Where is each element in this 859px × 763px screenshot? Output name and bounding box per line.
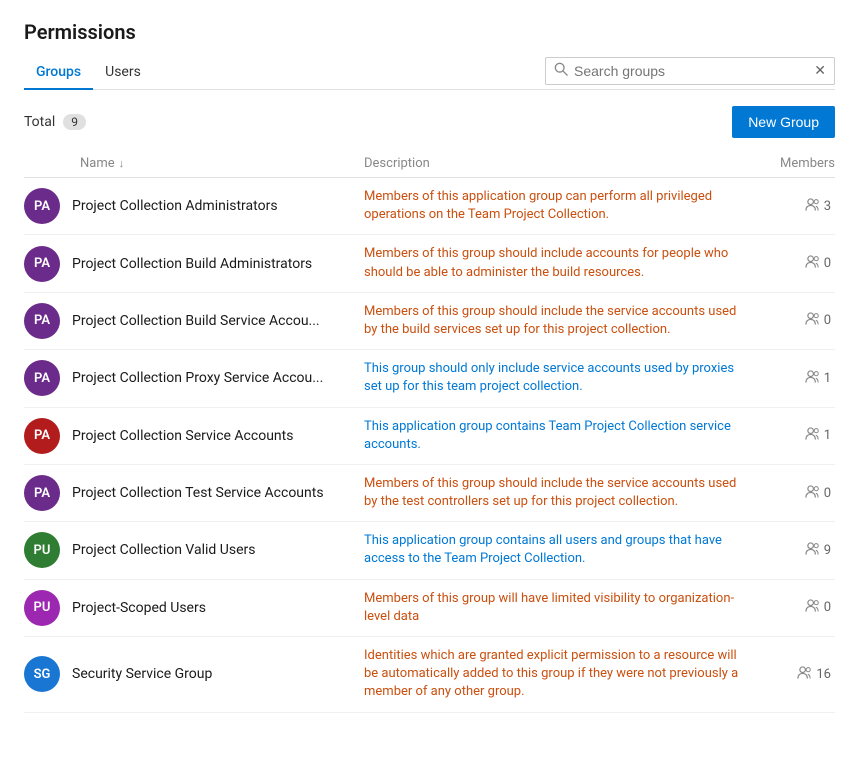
row-members[interactable]: 0 (755, 485, 835, 502)
member-count: 3 (824, 199, 831, 214)
row-description: This application group contains Team Pro… (364, 418, 755, 454)
search-icon (554, 62, 568, 80)
row-description: Members of this group should include acc… (364, 245, 755, 281)
row-description: This application group contains all user… (364, 532, 755, 568)
member-count: 9 (824, 543, 831, 558)
search-input[interactable] (574, 63, 810, 79)
row-members[interactable]: 1 (755, 427, 835, 444)
row-description: Members of this group should include the… (364, 475, 755, 511)
group-name[interactable]: Project Collection Valid Users (72, 542, 256, 558)
row-name-cell: PA Project Collection Proxy Service Acco… (24, 360, 364, 396)
row-members[interactable]: 0 (755, 599, 835, 616)
member-count: 0 (824, 256, 831, 271)
group-name[interactable]: Project Collection Proxy Service Accou..… (72, 370, 323, 386)
avatar: PA (24, 475, 60, 511)
total-section: Total 9 (24, 114, 86, 130)
members-icon (805, 198, 820, 215)
group-name[interactable]: Project-Scoped Users (72, 600, 206, 616)
avatar: PU (24, 532, 60, 568)
member-count: 0 (824, 313, 831, 328)
tab-groups[interactable]: Groups (24, 56, 93, 90)
row-name-cell: SG Security Service Group (24, 656, 364, 692)
member-count: 0 (824, 600, 831, 615)
members-icon (805, 312, 820, 329)
row-name-cell: PU Project Collection Valid Users (24, 532, 364, 568)
table-row[interactable]: PU Project Collection Valid Users This a… (24, 522, 835, 579)
header-name: Name ↓ (24, 156, 364, 171)
row-members[interactable]: 0 (755, 255, 835, 272)
group-name[interactable]: Project Collection Build Service Accou..… (72, 313, 320, 329)
table-row[interactable]: PU Project-Scoped Users Members of this … (24, 580, 835, 637)
table-row[interactable]: PA Project Collection Build Service Acco… (24, 293, 835, 350)
row-name-cell: PA Project Collection Administrators (24, 188, 364, 224)
group-name[interactable]: Security Service Group (72, 666, 212, 682)
row-name-cell: PA Project Collection Service Accounts (24, 418, 364, 454)
row-members[interactable]: 9 (755, 542, 835, 559)
avatar: PA (24, 418, 60, 454)
tabs-wrapper: Groups Users (24, 56, 153, 89)
members-icon (797, 666, 812, 683)
group-name[interactable]: Project Collection Build Administrators (72, 256, 312, 272)
group-name[interactable]: Project Collection Service Accounts (72, 428, 293, 444)
row-description: Members of this group should include the… (364, 303, 755, 339)
header-members: Members (755, 156, 835, 171)
avatar: PA (24, 360, 60, 396)
avatar: PA (24, 303, 60, 339)
row-members[interactable]: 3 (755, 198, 835, 215)
tabs-and-search-area: Groups Users ✕ (24, 56, 835, 90)
table-row[interactable]: PA Project Collection Administrators Mem… (24, 178, 835, 235)
member-count: 0 (824, 486, 831, 501)
table-row[interactable]: PA Project Collection Build Administrato… (24, 235, 835, 292)
page-container: Permissions Groups Users ✕ Total 9 New G… (0, 0, 859, 763)
members-icon (805, 370, 820, 387)
table-rows-container: PA Project Collection Administrators Mem… (24, 178, 835, 713)
table-row[interactable]: SG Security Service Group Identities whi… (24, 637, 835, 713)
row-description: Members of this group will have limited … (364, 590, 755, 626)
group-name[interactable]: Project Collection Test Service Accounts (72, 485, 324, 501)
toolbar: Total 9 New Group (24, 106, 835, 138)
row-description: Members of this application group can pe… (364, 188, 755, 224)
header-name-label: Name (80, 156, 115, 171)
avatar: PU (24, 590, 60, 626)
new-group-button[interactable]: New Group (732, 106, 835, 138)
clear-icon[interactable]: ✕ (814, 63, 826, 79)
header-description: Description (364, 156, 755, 171)
sort-arrow-icon[interactable]: ↓ (119, 157, 125, 170)
row-name-cell: PA Project Collection Build Administrato… (24, 246, 364, 282)
search-bar: ✕ (545, 57, 835, 85)
members-icon (805, 542, 820, 559)
members-icon (805, 427, 820, 444)
table-row[interactable]: PA Project Collection Proxy Service Acco… (24, 350, 835, 407)
group-name[interactable]: Project Collection Administrators (72, 198, 278, 214)
row-members[interactable]: 0 (755, 312, 835, 329)
row-members[interactable]: 1 (755, 370, 835, 387)
row-name-cell: PU Project-Scoped Users (24, 590, 364, 626)
members-icon (805, 599, 820, 616)
member-count: 16 (816, 667, 831, 682)
table-row[interactable]: PA Project Collection Test Service Accou… (24, 465, 835, 522)
total-count: 9 (63, 114, 86, 130)
row-description: Identities which are granted explicit pe… (364, 647, 755, 702)
row-description: This group should only include service a… (364, 360, 755, 396)
groups-table: Name ↓ Description Members PA Project Co… (24, 150, 835, 713)
avatar: SG (24, 656, 60, 692)
tab-users[interactable]: Users (93, 56, 153, 90)
avatar: PA (24, 188, 60, 224)
page-title: Permissions (24, 20, 835, 44)
table-row[interactable]: PA Project Collection Service Accounts T… (24, 408, 835, 465)
member-count: 1 (824, 428, 831, 443)
members-icon (805, 485, 820, 502)
avatar: PA (24, 246, 60, 282)
row-name-cell: PA Project Collection Test Service Accou… (24, 475, 364, 511)
row-name-cell: PA Project Collection Build Service Acco… (24, 303, 364, 339)
total-label: Total (24, 114, 55, 130)
row-members[interactable]: 16 (755, 666, 835, 683)
members-icon (805, 255, 820, 272)
member-count: 1 (824, 371, 831, 386)
table-header: Name ↓ Description Members (24, 150, 835, 178)
